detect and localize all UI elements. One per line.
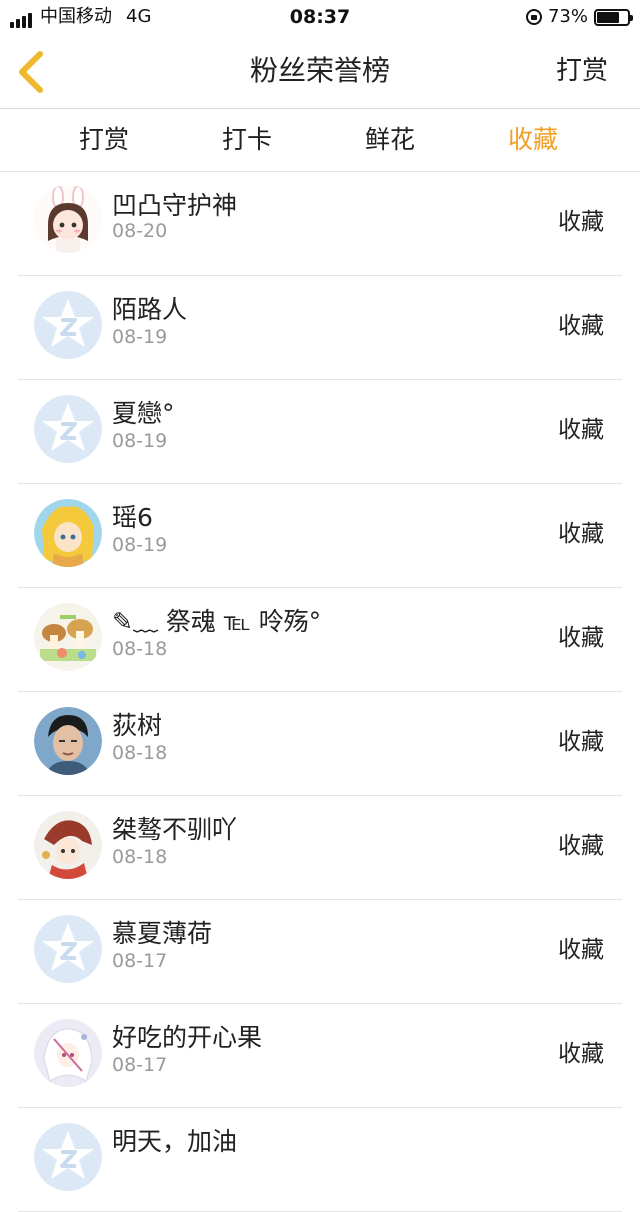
avatar[interactable] bbox=[34, 915, 102, 983]
list-item[interactable]: ✎﹏ 祭魂 ℡ 呤殇° 08-18 收藏 bbox=[0, 588, 640, 692]
collect-label: 收藏 bbox=[558, 937, 604, 963]
tab-flowers[interactable]: 鲜花 bbox=[330, 109, 450, 171]
date-label: 08-19 bbox=[112, 534, 168, 556]
avatar[interactable] bbox=[34, 185, 102, 253]
list-item[interactable]: 凹凸守护神 08-20 收藏 bbox=[0, 172, 640, 276]
reward-button[interactable]: 打赏 bbox=[556, 36, 608, 108]
list-item[interactable]: 夏戀° 08-19 收藏 bbox=[0, 380, 640, 484]
collect-label: 收藏 bbox=[558, 417, 604, 443]
nav-bar: 粉丝荣誉榜 打赏 bbox=[0, 36, 640, 109]
collect-label: 收藏 bbox=[558, 521, 604, 547]
date-label: 08-19 bbox=[112, 430, 168, 452]
date-label: 08-18 bbox=[112, 742, 168, 764]
battery-percent: 73% bbox=[547, 6, 588, 27]
date-label: 08-17 bbox=[112, 950, 168, 972]
tab-bar: 打赏 打卡 鲜花 收藏 bbox=[0, 109, 640, 172]
tab-checkin[interactable]: 打卡 bbox=[187, 109, 307, 171]
user-name: 明天，加油 bbox=[112, 1127, 238, 1156]
user-name: 慕夏薄荷 bbox=[112, 919, 213, 948]
date-label: 08-20 bbox=[112, 220, 168, 242]
user-name: 荻树 bbox=[112, 711, 163, 740]
date-label: 08-17 bbox=[112, 1054, 168, 1076]
avatar[interactable] bbox=[34, 707, 102, 775]
user-name: ✎﹏ 祭魂 ℡ 呤殇° bbox=[112, 607, 322, 636]
back-button[interactable] bbox=[8, 46, 58, 98]
avatar[interactable] bbox=[34, 395, 102, 463]
user-name: 陌路人 bbox=[112, 295, 188, 324]
avatar[interactable] bbox=[34, 291, 102, 359]
date-label: 08-18 bbox=[112, 846, 168, 868]
collect-label: 收藏 bbox=[558, 1041, 604, 1067]
list-item[interactable]: 瑶6 08-19 收藏 bbox=[0, 484, 640, 588]
list-item[interactable]: 荻树 08-18 收藏 bbox=[0, 692, 640, 796]
user-name: 好吃的开心果 bbox=[112, 1023, 263, 1052]
user-name: 桀骜不驯吖 bbox=[112, 815, 238, 844]
collect-label: 收藏 bbox=[558, 625, 604, 651]
page-title: 粉丝荣誉榜 bbox=[249, 54, 390, 87]
status-right: 73% bbox=[525, 6, 633, 28]
date-label: 08-19 bbox=[112, 326, 168, 348]
date-label: 08-18 bbox=[112, 638, 168, 660]
avatar[interactable] bbox=[34, 603, 102, 671]
user-name: 夏戀° bbox=[112, 399, 175, 428]
rotation-lock-icon bbox=[525, 9, 542, 25]
list-item[interactable]: 慕夏薄荷 08-17 收藏 bbox=[0, 900, 640, 1004]
avatar[interactable] bbox=[34, 499, 102, 567]
collect-label: 收藏 bbox=[558, 313, 604, 339]
user-name: 凹凸守护神 bbox=[112, 191, 238, 220]
list-item[interactable]: 好吃的开心果 08-17 收藏 bbox=[0, 1004, 640, 1108]
collect-label: 收藏 bbox=[558, 209, 604, 235]
user-name: 瑶6 bbox=[112, 503, 153, 532]
tab-reward[interactable]: 打赏 bbox=[44, 109, 164, 171]
battery-icon bbox=[594, 8, 633, 26]
tab-collect[interactable]: 收藏 bbox=[473, 109, 593, 171]
list-item[interactable]: 桀骜不驯吖 08-18 收藏 bbox=[0, 796, 640, 900]
collect-label: 收藏 bbox=[558, 833, 604, 859]
avatar[interactable] bbox=[34, 1019, 102, 1087]
fan-list: 凹凸守护神 08-20 收藏 陌路人 08-19 收藏 夏戀° 08-19 收藏 瑶6 08-19 收… bbox=[0, 172, 640, 1212]
status-bar: 中国移动 4G 08:37 73% bbox=[0, 0, 640, 36]
collect-label: 收藏 bbox=[558, 729, 604, 755]
list-item[interactable]: 陌路人 08-19 收藏 bbox=[0, 276, 640, 380]
chevron-left-icon bbox=[19, 51, 43, 93]
list-item[interactable]: 明天，加油 bbox=[0, 1108, 640, 1212]
avatar[interactable] bbox=[34, 1123, 102, 1191]
avatar[interactable] bbox=[34, 811, 102, 879]
